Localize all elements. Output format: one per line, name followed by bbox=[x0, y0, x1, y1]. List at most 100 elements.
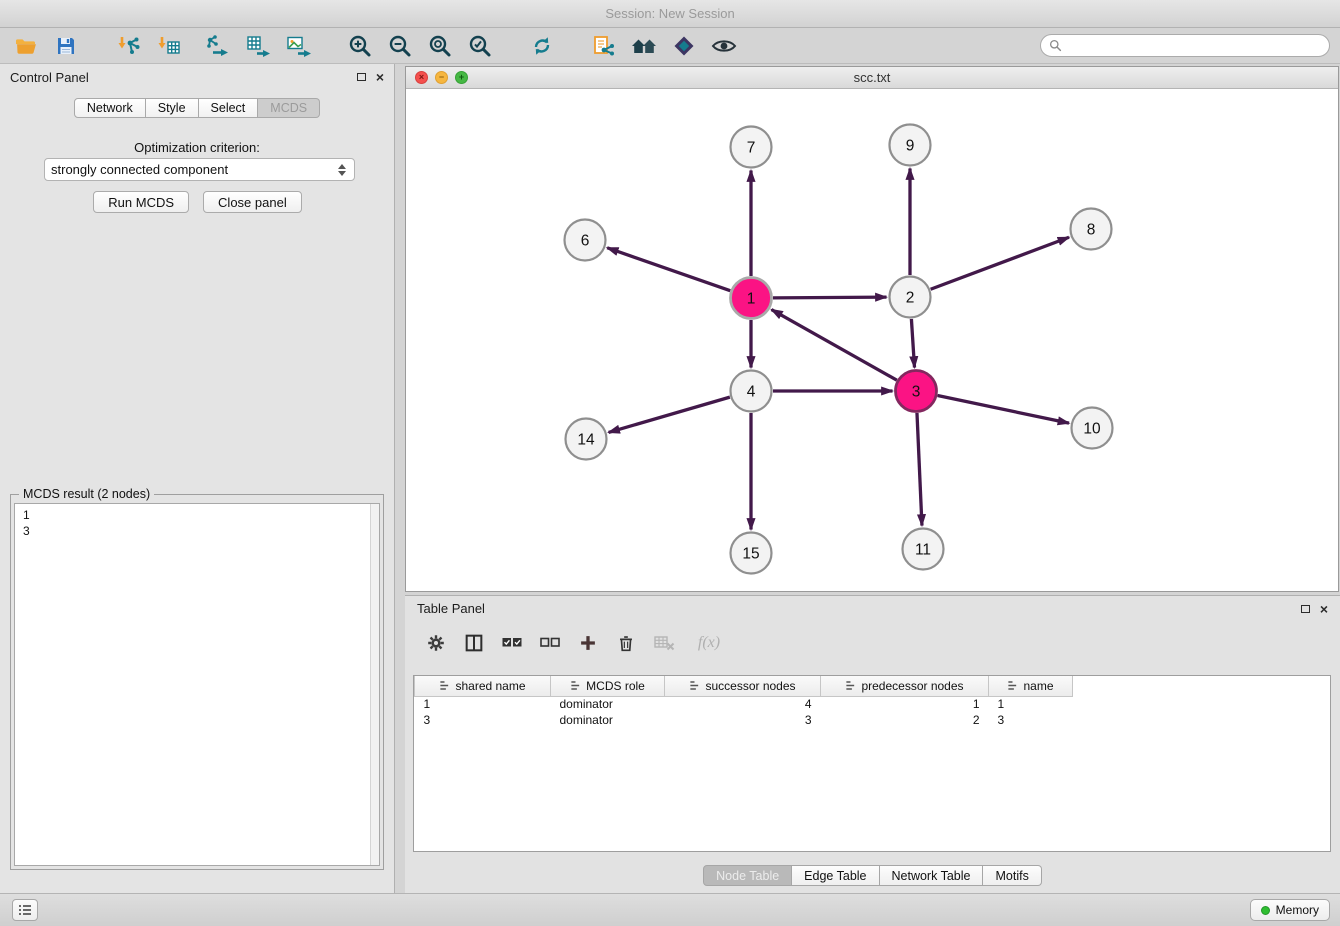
node-label-11: 11 bbox=[915, 542, 931, 559]
memory-button[interactable]: Memory bbox=[1250, 899, 1330, 921]
graph-node-3[interactable]: 3 bbox=[896, 371, 937, 412]
table-tab-node-table[interactable]: Node Table bbox=[703, 865, 792, 886]
mcds-result-item[interactable]: 3 bbox=[15, 523, 379, 539]
cell-MCDS-role[interactable]: dominator bbox=[551, 696, 665, 712]
edge-3-to-10[interactable] bbox=[938, 396, 1069, 424]
result-scrollbar[interactable] bbox=[370, 504, 379, 865]
tab-mcds[interactable]: MCDS bbox=[258, 98, 320, 118]
graph-node-6[interactable]: 6 bbox=[565, 220, 606, 261]
save-session-button[interactable] bbox=[46, 31, 86, 61]
export-image-icon bbox=[285, 34, 311, 58]
window-minimize-icon[interactable]: − bbox=[435, 71, 448, 84]
network-canvas[interactable]: 7 9 6 8 1 2 4 3 14 10 15 11 bbox=[406, 89, 1338, 591]
column-header-successor-nodes[interactable]: successor nodes bbox=[665, 676, 821, 696]
create-column-button[interactable] bbox=[573, 629, 603, 657]
cell-filler bbox=[1073, 712, 1331, 728]
graph-node-9[interactable]: 9 bbox=[890, 125, 931, 166]
delete-table-icon bbox=[652, 632, 676, 654]
task-history-button[interactable] bbox=[12, 899, 38, 921]
import-network-button[interactable] bbox=[108, 31, 148, 61]
select-all-columns-button[interactable] bbox=[497, 629, 527, 657]
function-builder-button[interactable]: f(x) bbox=[687, 629, 731, 657]
cell-successor-nodes[interactable]: 3 bbox=[665, 712, 821, 728]
edge-1-to-2[interactable] bbox=[773, 297, 887, 298]
delete-table-button[interactable] bbox=[649, 629, 679, 657]
cell-name[interactable]: 1 bbox=[989, 696, 1073, 712]
unselect-all-icon bbox=[538, 632, 562, 654]
show-columns-button[interactable] bbox=[459, 629, 489, 657]
export-network-button[interactable] bbox=[198, 31, 238, 61]
close-panel-button[interactable]: Close panel bbox=[203, 191, 302, 213]
window-close-icon[interactable]: × bbox=[415, 71, 428, 84]
cell-predecessor-nodes[interactable]: 1 bbox=[821, 696, 989, 712]
close-panel-icon[interactable]: × bbox=[376, 70, 384, 84]
column-header-name[interactable]: name bbox=[989, 676, 1073, 696]
edge-4-to-14[interactable] bbox=[609, 397, 730, 432]
column-header-shared-name[interactable]: shared name bbox=[415, 676, 551, 696]
graph-node-4[interactable]: 4 bbox=[731, 371, 772, 412]
search-input[interactable] bbox=[1067, 39, 1321, 53]
columns-icon bbox=[463, 632, 485, 654]
fx-icon: f(x) bbox=[698, 634, 720, 652]
graph-node-14[interactable]: 14 bbox=[566, 419, 607, 460]
cell-shared-name[interactable]: 3 bbox=[415, 712, 551, 728]
mcds-result-list[interactable]: 13 bbox=[14, 503, 380, 866]
dropdown-selected-value: strongly connected component bbox=[51, 162, 338, 177]
tab-style[interactable]: Style bbox=[146, 98, 199, 118]
cell-shared-name[interactable]: 1 bbox=[415, 696, 551, 712]
open-session-button[interactable] bbox=[6, 31, 46, 61]
cell-successor-nodes[interactable]: 4 bbox=[665, 696, 821, 712]
delete-columns-button[interactable] bbox=[611, 629, 641, 657]
zoom-out-button[interactable] bbox=[380, 31, 420, 61]
graph-node-2[interactable]: 2 bbox=[890, 277, 931, 318]
table-close-icon[interactable]: × bbox=[1320, 602, 1328, 616]
network-window-titlebar[interactable]: × − + scc.txt bbox=[406, 67, 1338, 89]
zoom-selected-button[interactable] bbox=[460, 31, 500, 61]
graph-node-11[interactable]: 11 bbox=[903, 529, 944, 570]
edge-3-to-1[interactable] bbox=[771, 310, 896, 381]
cell-MCDS-role[interactable]: dominator bbox=[551, 712, 665, 728]
tab-network[interactable]: Network bbox=[74, 98, 146, 118]
table-settings-button[interactable] bbox=[421, 629, 451, 657]
edge-1-to-6[interactable] bbox=[607, 248, 730, 291]
search-box[interactable] bbox=[1040, 34, 1330, 57]
apply-style-button[interactable] bbox=[664, 31, 704, 61]
edge-2-to-3[interactable] bbox=[911, 319, 914, 368]
unselect-all-columns-button[interactable] bbox=[535, 629, 565, 657]
zoom-in-icon bbox=[348, 34, 372, 58]
show-details-button[interactable] bbox=[704, 31, 744, 61]
zoom-in-button[interactable] bbox=[340, 31, 380, 61]
refresh-view-button[interactable] bbox=[522, 31, 562, 61]
graph-node-8[interactable]: 8 bbox=[1071, 209, 1112, 250]
graph-node-10[interactable]: 10 bbox=[1072, 408, 1113, 449]
window-zoom-icon[interactable]: + bbox=[455, 71, 468, 84]
export-image-button[interactable] bbox=[278, 31, 318, 61]
zoom-fit-icon bbox=[428, 34, 452, 58]
table-tab-edge-table[interactable]: Edge Table bbox=[792, 865, 879, 886]
table-tab-network-table[interactable]: Network Table bbox=[880, 865, 984, 886]
reset-home-button[interactable] bbox=[624, 31, 664, 61]
table-tab-motifs[interactable]: Motifs bbox=[983, 865, 1041, 886]
graph-node-15[interactable]: 15 bbox=[731, 533, 772, 574]
tab-select[interactable]: Select bbox=[199, 98, 259, 118]
table-float-icon[interactable] bbox=[1301, 605, 1310, 613]
mcds-result-item[interactable]: 1 bbox=[15, 507, 379, 523]
edge-2-to-8[interactable] bbox=[931, 237, 1069, 289]
table-row[interactable]: 3dominator323 bbox=[415, 712, 1331, 728]
edge-3-to-11[interactable] bbox=[917, 413, 922, 526]
zoom-fit-button[interactable] bbox=[420, 31, 460, 61]
cell-predecessor-nodes[interactable]: 2 bbox=[821, 712, 989, 728]
import-table-button[interactable] bbox=[148, 31, 188, 61]
run-mcds-button[interactable]: Run MCDS bbox=[93, 191, 189, 213]
column-header-MCDS-role[interactable]: MCDS role bbox=[551, 676, 665, 696]
cell-name[interactable]: 3 bbox=[989, 712, 1073, 728]
duplicate-view-button[interactable] bbox=[584, 31, 624, 61]
float-panel-icon[interactable] bbox=[357, 73, 366, 81]
column-header-predecessor-nodes[interactable]: predecessor nodes bbox=[821, 676, 989, 696]
optimization-dropdown[interactable]: strongly connected component bbox=[44, 158, 355, 181]
graph-node-1[interactable]: 1 bbox=[731, 278, 772, 319]
export-network-icon bbox=[205, 34, 231, 58]
table-row[interactable]: 1dominator411 bbox=[415, 696, 1331, 712]
graph-node-7[interactable]: 7 bbox=[731, 127, 772, 168]
export-table-button[interactable] bbox=[238, 31, 278, 61]
